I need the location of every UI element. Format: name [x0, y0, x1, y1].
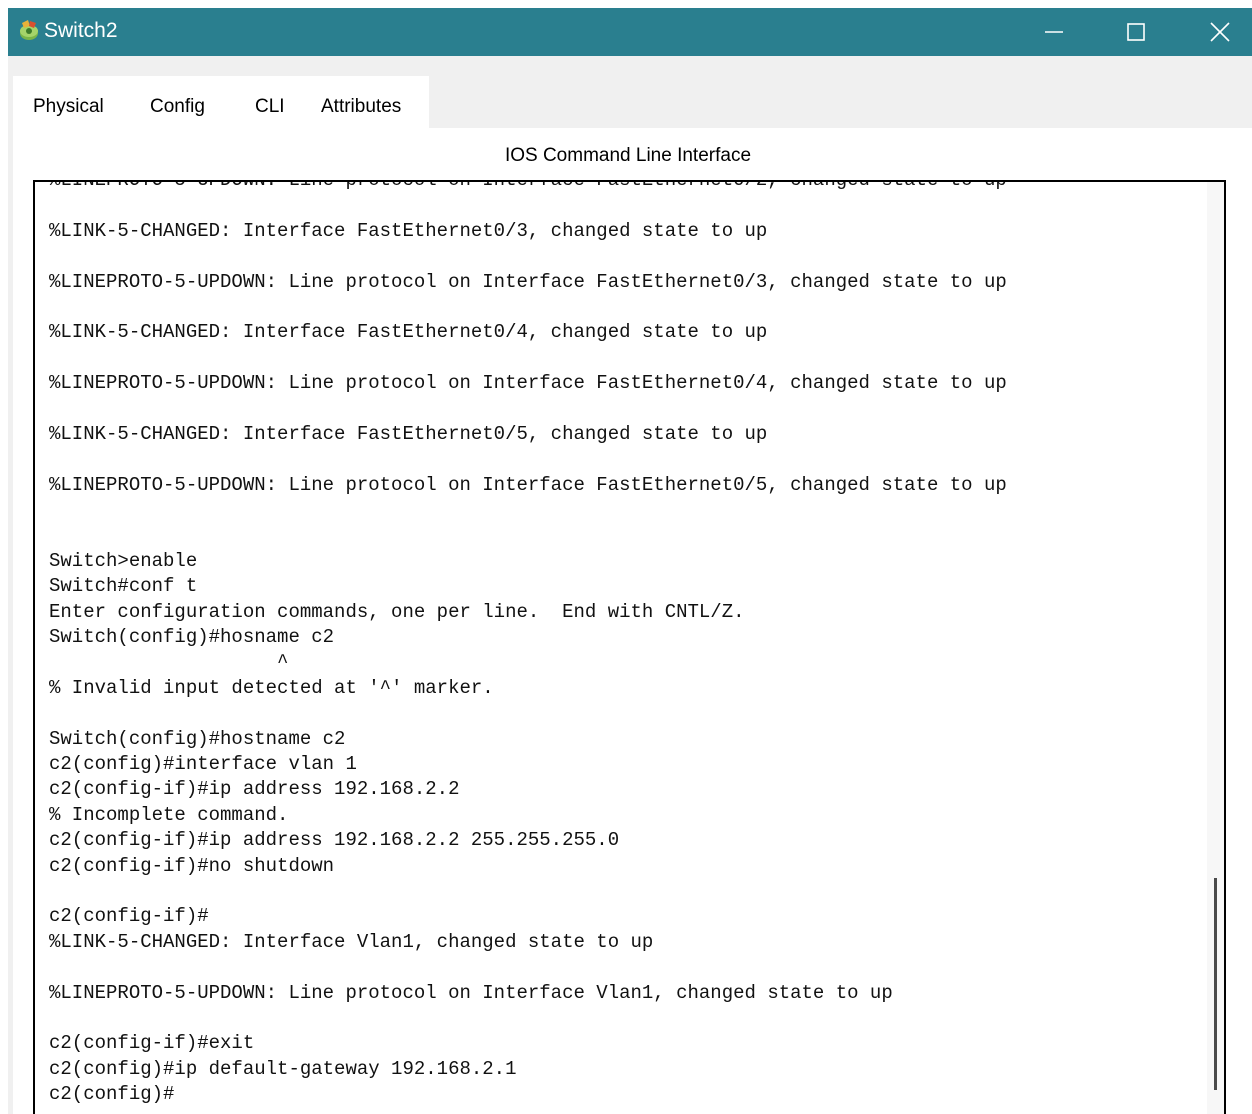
- terminal-line: Switch(config)#hosname c2: [49, 626, 335, 649]
- terminal-line: %LINEPROTO-5-UPDOWN: Line protocol on In…: [49, 180, 1007, 191]
- terminal-scrollbar[interactable]: [1207, 182, 1224, 1114]
- cli-terminal[interactable]: %LINEPROTO-5-UPDOWN: Line protocol on In…: [33, 180, 1226, 1114]
- cli-heading: IOS Command Line Interface: [504, 145, 752, 166]
- terminal-line: c2(config)#ip default-gateway 192.168.2.…: [49, 1057, 517, 1080]
- tab-cli[interactable]: CLI: [255, 96, 285, 118]
- close-button[interactable]: [1190, 8, 1250, 56]
- tab-bar: Physical Config CLI Attributes: [8, 56, 1252, 146]
- terminal-line: Switch(config)#hostname c2: [49, 727, 346, 750]
- scrollbar-thumb[interactable]: [1214, 878, 1217, 1090]
- terminal-line: c2(config-if)#: [49, 905, 209, 928]
- tab-config[interactable]: Config: [150, 96, 205, 118]
- tabs-panel: Physical Config CLI Attributes: [13, 76, 429, 146]
- terminal-line: %LINEPROTO-5-UPDOWN: Line protocol on In…: [49, 372, 1007, 395]
- terminal-line: Enter configuration commands, one per li…: [49, 600, 745, 623]
- terminal-line: c2(config)#: [49, 1083, 175, 1106]
- minimize-icon: [1045, 31, 1063, 33]
- terminal-line: %LINEPROTO-5-UPDOWN: Line protocol on In…: [49, 473, 1007, 496]
- terminal-line: %LINK-5-CHANGED: Interface FastEthernet0…: [49, 219, 768, 242]
- terminal-line: Switch#conf t: [49, 575, 198, 598]
- terminal-line: Switch>enable: [49, 549, 198, 572]
- tab-attributes[interactable]: Attributes: [321, 96, 401, 118]
- terminal-line: c2(config-if)#ip address 192.168.2.2 255…: [49, 829, 620, 852]
- terminal-line: %LINK-5-CHANGED: Interface Vlan1, change…: [49, 930, 654, 953]
- window-title: Switch2: [44, 19, 118, 42]
- cli-panel: IOS Command Line Interface %LINEPROTO-5-…: [13, 128, 1252, 1114]
- minimize-button[interactable]: [1024, 8, 1084, 56]
- maximize-button[interactable]: [1106, 8, 1166, 56]
- terminal-line: c2(config-if)#no shutdown: [49, 854, 335, 877]
- terminal-line: %LINK-5-CHANGED: Interface FastEthernet0…: [49, 422, 768, 445]
- maximize-icon: [1127, 23, 1145, 41]
- switch-device-icon: [16, 17, 42, 43]
- terminal-line: c2(config-if)#ip address 192.168.2.2: [49, 778, 460, 801]
- terminal-line: c2(config-if)#exit: [49, 1032, 255, 1055]
- close-icon: [1210, 22, 1230, 42]
- terminal-output: %LINEPROTO-5-UPDOWN: Line protocol on In…: [49, 180, 1189, 1107]
- app-window: Switch2 Physical Config CLI Attributes I…: [8, 8, 1252, 1114]
- title-bar[interactable]: Switch2: [8, 8, 1252, 56]
- terminal-line: c2(config)#interface vlan 1: [49, 752, 357, 775]
- terminal-line: ^: [49, 651, 289, 674]
- terminal-line: %LINEPROTO-5-UPDOWN: Line protocol on In…: [49, 270, 1007, 293]
- terminal-line: %LINEPROTO-5-UPDOWN: Line protocol on In…: [49, 981, 893, 1004]
- tab-physical[interactable]: Physical: [33, 96, 104, 118]
- terminal-line: % Incomplete command.: [49, 803, 289, 826]
- terminal-line: % Invalid input detected at '^' marker.: [49, 676, 494, 699]
- terminal-line: %LINK-5-CHANGED: Interface FastEthernet0…: [49, 321, 768, 344]
